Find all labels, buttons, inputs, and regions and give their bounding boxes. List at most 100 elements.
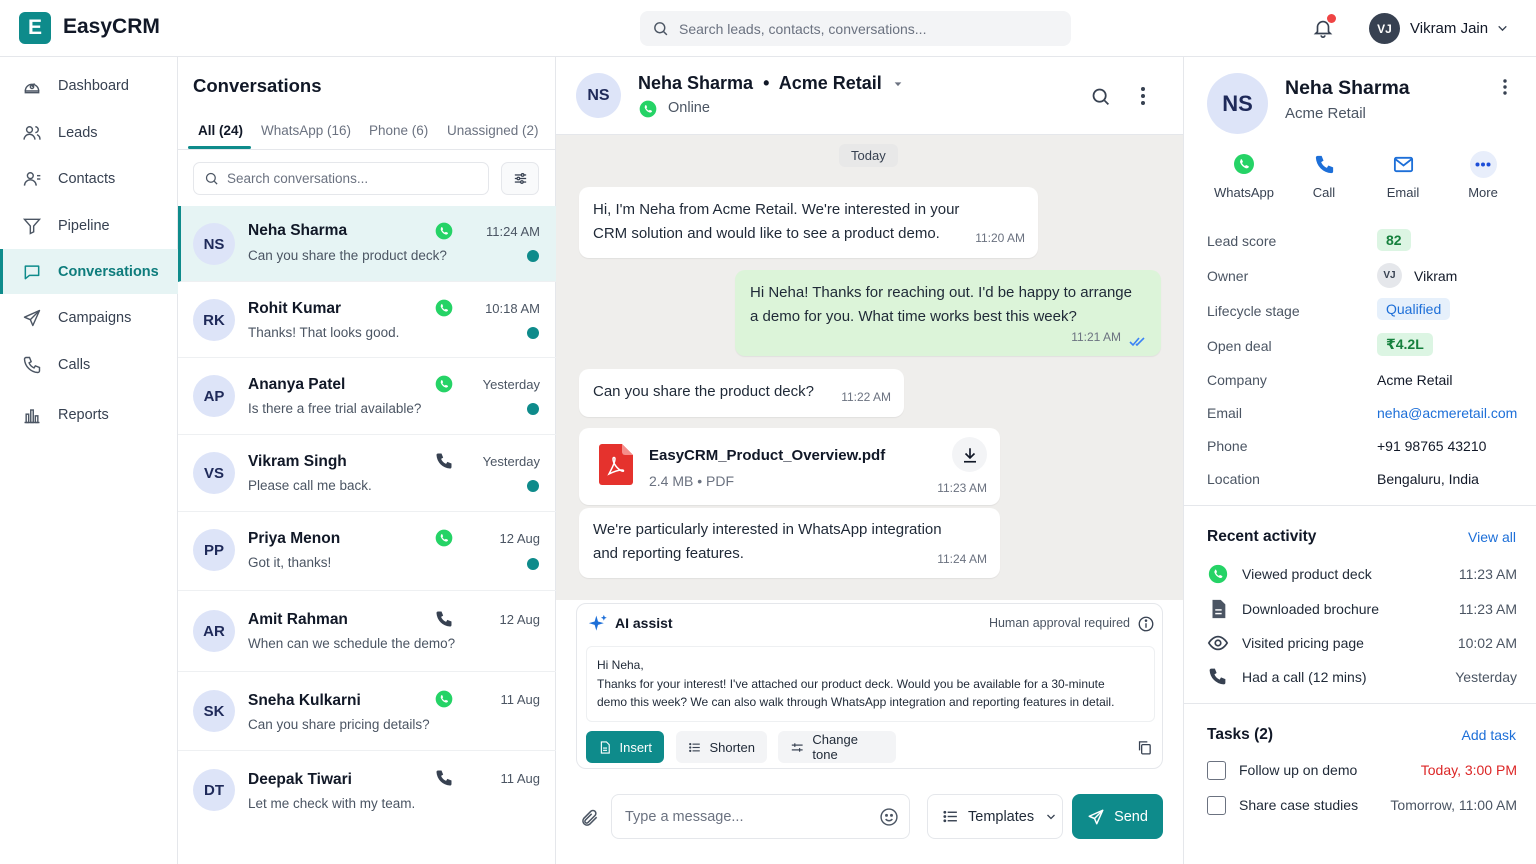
tab-all[interactable]: All (24) (198, 123, 243, 138)
email-action[interactable]: Email (1363, 150, 1443, 200)
conversation-search-input[interactable] (227, 171, 477, 186)
message-preview: Thanks! That looks good. (248, 325, 400, 340)
call-action[interactable]: Call (1284, 150, 1364, 200)
nav-label: Campaigns (58, 309, 132, 326)
more-vertical-icon[interactable] (1499, 77, 1511, 97)
conversation-search[interactable] (193, 162, 489, 195)
info-icon[interactable] (1137, 615, 1155, 633)
global-search-input[interactable] (679, 20, 1049, 37)
conversations-panel: Conversations All (24) WhatsApp (16) Pho… (178, 57, 556, 864)
nav-contacts[interactable]: Contacts (0, 156, 178, 201)
top-bar: E EasyCRM VJ Vikram Jain (0, 0, 1536, 57)
message-time: 11:21 AM (1071, 330, 1121, 344)
nav-dashboard[interactable]: Dashboard (0, 63, 178, 108)
shorten-label: Shorten (709, 739, 755, 755)
chevron-down-icon[interactable] (1496, 22, 1509, 35)
task-checkbox[interactable] (1207, 796, 1226, 815)
more-action[interactable]: More (1443, 150, 1523, 200)
lifecycle-badge[interactable]: Qualified (1377, 298, 1451, 320)
conversation-row-sneha-kulkarni[interactable]: SK Sneha Kulkarni Can you share pricing … (178, 672, 556, 751)
ai-draft-text[interactable]: Hi Neha, Thanks for your interest! I've … (586, 646, 1155, 722)
chat-contact-avatar[interactable]: NS (576, 73, 621, 118)
change-tone-button[interactable]: Change tone (778, 731, 896, 763)
conversation-row-ananya-patel[interactable]: AP Ananya Patel Is there a free trial av… (178, 358, 556, 435)
file-attachment-message[interactable]: EasyCRM_Product_Overview.pdf 2.4 MB • PD… (579, 428, 1000, 505)
task-text: Follow up on demo (1239, 762, 1358, 778)
contact-name: Sneha Kulkarni (248, 692, 361, 709)
conversation-row-amit-rahman[interactable]: AR Amit Rahman When can we schedule the … (178, 591, 556, 672)
email-link[interactable]: neha@acmeretail.com (1377, 405, 1517, 421)
nav-pipeline[interactable]: Pipeline (0, 203, 178, 248)
outgoing-message: Hi Neha! Thanks for reaching out. I'd be… (735, 270, 1161, 356)
whatsapp-icon (639, 100, 657, 118)
funnel-icon (22, 218, 42, 235)
incoming-message: Hi, I'm Neha from Acme Retail. We're int… (579, 187, 1038, 258)
change-tone-label: Change tone (812, 732, 858, 762)
phone-icon (436, 611, 452, 627)
global-search[interactable] (640, 11, 1071, 46)
chat-contact-title[interactable]: Neha Sharma • Acme Retail (638, 73, 903, 94)
ai-assist-title: AI assist (615, 615, 673, 631)
activity-item: Visited pricing page 10:02 AM (1207, 632, 1517, 656)
open-deal-badge[interactable]: ₹4.2L (1377, 333, 1433, 356)
conversation-row-rohit-kumar[interactable]: RK Rohit Kumar Thanks! That looks good. … (178, 282, 556, 358)
task-checkbox[interactable] (1207, 761, 1226, 780)
message-input[interactable] (625, 808, 875, 825)
eye-icon (1207, 635, 1229, 651)
copy-icon[interactable] (1136, 739, 1153, 756)
nav-campaigns[interactable]: Campaigns (0, 295, 178, 340)
divider (1184, 703, 1536, 704)
approval-note: Human approval required (988, 616, 1130, 630)
shorten-button[interactable]: Shorten (676, 731, 767, 763)
message-line: and reporting features. (593, 545, 744, 562)
task-item: Follow up on demo Today, 3:00 PM (1207, 760, 1517, 782)
insert-label: Insert (619, 739, 652, 755)
send-icon (23, 309, 41, 326)
message-input-box[interactable] (611, 794, 910, 839)
send-icon (1088, 809, 1104, 824)
add-task-link[interactable]: Add task (1462, 727, 1516, 743)
caret-down-icon[interactable] (893, 79, 903, 89)
tasks-title: Tasks (2) (1207, 726, 1274, 743)
pdf-file-icon (599, 444, 633, 485)
tab-unassigned[interactable]: Unassigned (2) (447, 123, 539, 138)
search-icon[interactable] (1090, 86, 1111, 107)
notification-badge (1327, 14, 1336, 23)
conversation-row-neha-sharma[interactable]: NS Neha Sharma Can you share the product… (178, 206, 556, 282)
nav-reports[interactable]: Reports (0, 392, 178, 437)
insert-button[interactable]: Insert (586, 731, 664, 763)
more-vertical-icon[interactable] (1136, 86, 1150, 106)
whatsapp-action[interactable]: WhatsApp (1204, 150, 1284, 200)
sidebar: Dashboard Leads Contacts Pipeline Conver… (0, 57, 178, 864)
message-area[interactable]: Today Hi, I'm Neha from Acme Retail. We'… (556, 135, 1183, 600)
message-time: Yesterday (482, 454, 540, 469)
contact-name: Amit Rahman (248, 611, 348, 628)
nav-conversations[interactable]: Conversations (0, 249, 178, 294)
filter-button[interactable] (501, 162, 539, 195)
user-name[interactable]: Vikram Jain (1410, 20, 1488, 37)
view-all-link[interactable]: View all (1468, 529, 1516, 545)
tab-phone[interactable]: Phone (6) (369, 123, 428, 138)
owner-value[interactable]: Vikram (1414, 268, 1457, 284)
download-button[interactable] (952, 437, 987, 472)
message-time: 11:20 AM (975, 231, 1025, 245)
send-button[interactable]: Send (1072, 794, 1163, 839)
tab-whatsapp[interactable]: WhatsApp (16) (261, 123, 351, 138)
conversation-row-vikram-singh[interactable]: VS Vikram Singh Please call me back. Yes… (178, 435, 556, 512)
nav-leads[interactable]: Leads (0, 110, 178, 155)
paperclip-icon[interactable] (580, 807, 600, 829)
app-logo[interactable]: E (19, 12, 51, 44)
whatsapp-icon (435, 529, 453, 547)
search-icon (654, 22, 668, 36)
phone-value[interactable]: +91 98765 43210 (1377, 438, 1486, 454)
chat-header: NS Neha Sharma • Acme Retail Online (556, 57, 1183, 135)
templates-dropdown[interactable]: Templates (927, 794, 1063, 839)
phone-icon (1209, 668, 1226, 685)
emoji-icon[interactable] (879, 807, 899, 827)
nav-label: Calls (58, 356, 91, 373)
user-avatar[interactable]: VJ (1369, 13, 1400, 44)
nav-calls[interactable]: Calls (0, 342, 178, 387)
activity-item: Viewed product deck 11:23 AM (1207, 563, 1517, 587)
conversation-row-deepak-tiwari[interactable]: DT Deepak Tiwari Let me check with my te… (178, 751, 556, 831)
conversation-row-priya-menon[interactable]: PP Priya Menon Got it, thanks! 12 Aug (178, 512, 556, 591)
